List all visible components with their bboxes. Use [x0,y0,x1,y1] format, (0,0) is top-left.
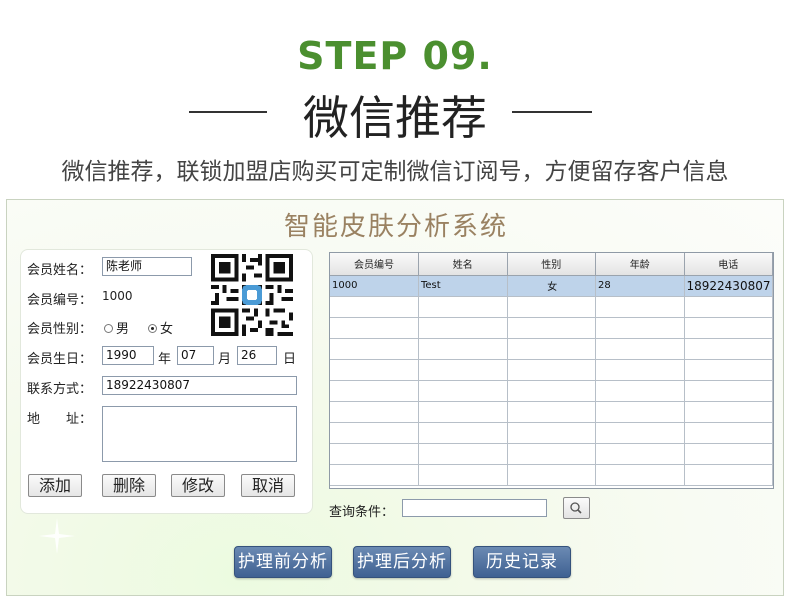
gender-radio-male[interactable]: 男 [104,318,129,337]
birth-month-input[interactable]: 07 [177,346,214,365]
member-table: 会员编号 姓名 性别 年龄 电话 1000 Test 女 28 18922430… [329,252,774,489]
step-number: STEP 09. [297,34,493,78]
table-row-empty[interactable] [330,422,773,444]
cell-member-age: 28 [595,275,685,297]
search-icon [570,502,582,514]
column-header-gender[interactable]: 性别 [507,253,596,276]
table-row-empty[interactable] [330,317,773,339]
member-name-label: 会员姓名： [27,263,93,278]
app-title: 智能皮肤分析系统 [283,212,508,242]
cell-member-gender: 女 [507,275,596,297]
radio-checked-icon [148,324,157,333]
column-header-age[interactable]: 年龄 [595,253,685,276]
sparkle-decoration [39,518,75,554]
year-unit-label: 年 [158,352,172,367]
table-row-empty[interactable] [330,401,773,423]
edit-button[interactable]: 修改 [171,474,225,497]
column-header-id[interactable]: 会员编号 [330,253,419,276]
heading-row: 微信推荐 [0,82,790,146]
cell-member-name: Test [418,275,508,297]
address-textarea[interactable] [102,406,297,462]
cell-member-id: 1000 [330,275,419,297]
after-care-analysis-button[interactable]: 护理后分析 [353,546,451,578]
column-header-phone[interactable]: 电话 [684,253,773,276]
radio-unchecked-icon [104,324,113,333]
history-button[interactable]: 历史记录 [473,546,571,578]
table-row-empty[interactable] [330,359,773,381]
contact-label: 联系方式： [27,382,93,397]
column-header-name[interactable]: 姓名 [418,253,508,276]
delete-button[interactable]: 删除 [102,474,156,497]
gender-radio-female[interactable]: 女 [148,318,173,337]
member-id-value: 1000 [102,289,133,303]
member-name-input[interactable]: 陈老师 [102,257,192,276]
table-row-empty[interactable] [330,464,773,486]
feature-title: 微信推荐 [303,91,487,145]
address-label: 地 址： [27,412,93,427]
member-form: 会员姓名： 陈老师 会员编号： 1000 会员性别： 男 女 会员生日： 199… [20,249,313,514]
cancel-button[interactable]: 取消 [241,474,295,497]
before-care-analysis-button[interactable]: 护理前分析 [234,546,332,578]
add-button[interactable]: 添加 [28,474,82,497]
contact-input[interactable]: 18922430807 [102,376,297,395]
table-row[interactable]: 1000 Test 女 28 18922430807 [330,275,773,297]
member-id-label: 会员编号： [27,293,93,308]
table-header-row: 会员编号 姓名 性别 年龄 电话 [330,253,773,276]
app-window: 智能皮肤分析系统 会员姓名： 陈老师 会员编号： 1000 会员性别： 男 女 … [6,199,784,596]
query-input[interactable] [402,499,547,517]
member-birthday-label: 会员生日： [27,352,93,367]
table-row-empty[interactable] [330,380,773,402]
cell-member-phone: 18922430807 [684,275,773,297]
month-unit-label: 月 [218,352,232,367]
member-gender-label: 会员性别： [27,322,93,337]
table-row-empty[interactable] [330,338,773,360]
birth-year-input[interactable]: 1990 [102,346,154,365]
feature-description: 微信推荐，联锁加盟店购买可定制微信订阅号，方便留存客户信息 [61,159,729,185]
birth-day-input[interactable]: 26 [237,346,277,365]
qr-code-icon [211,254,293,336]
table-row-empty[interactable] [330,443,773,465]
search-button[interactable] [563,497,590,519]
table-row-empty[interactable] [330,296,773,318]
day-unit-label: 日 [283,352,297,367]
query-label: 查询条件： [329,505,395,520]
heading-line-right [512,111,592,113]
